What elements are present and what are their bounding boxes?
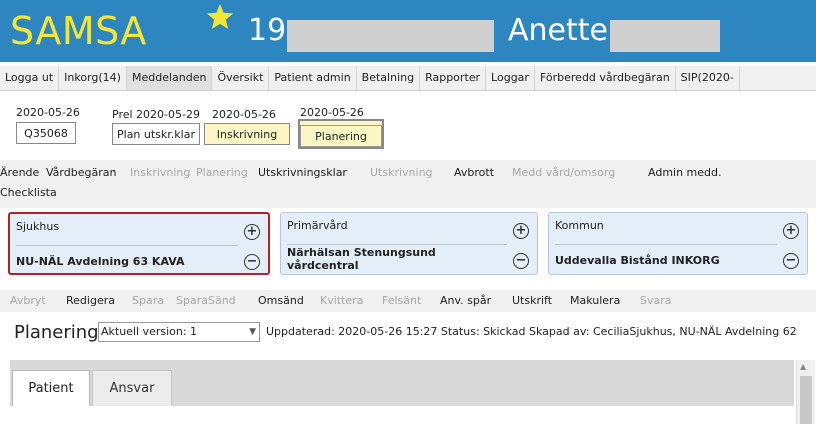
plus-circle-icon[interactable]: + <box>513 223 529 239</box>
case-menu-checklista[interactable]: Checklista <box>0 182 57 204</box>
inskrivning-box[interactable]: Inskrivning <box>204 123 290 145</box>
plus-circle-icon[interactable]: + <box>783 223 799 239</box>
menu-logga-ut[interactable]: Logga ut <box>0 66 60 90</box>
card-unit-name: NU-NÄL Avdelning 63 KAVA <box>16 255 185 268</box>
anv-spar-button[interactable]: Anv. spår <box>440 290 491 312</box>
card-title: Sjukhus <box>16 220 60 233</box>
case-menu-utskrivningsklar[interactable]: Utskrivningsklar <box>258 162 347 184</box>
card-primarvard: Primärvård + Närhälsan Stenungsund vårdc… <box>280 212 538 275</box>
case-menu-inskrivning[interactable]: Inskrivning <box>130 162 190 184</box>
case-menu: Ärende Vårdbegäran Inskrivning Planering… <box>0 160 816 208</box>
card-divider <box>287 244 507 245</box>
planering-box-selected[interactable]: Planering <box>298 119 384 149</box>
menu-inkorg[interactable]: Inkorg(14) <box>59 66 127 90</box>
minus-circle-icon[interactable]: − <box>513 253 529 269</box>
tab-ansvar[interactable]: Ansvar <box>92 370 172 406</box>
form-title: Planering <box>14 322 99 343</box>
tab-content <box>10 406 794 424</box>
menu-meddelanden[interactable]: Meddelanden <box>126 66 213 90</box>
chevron-down-icon[interactable]: ▼ <box>249 323 256 341</box>
version-select-value: Aktuell version: 1 <box>101 325 198 338</box>
utskrift-button[interactable]: Utskrift <box>512 290 552 312</box>
case-menu-utskrivning[interactable]: Utskrivning <box>370 162 433 184</box>
svara-button[interactable]: Svara <box>640 290 672 312</box>
vertical-scrollbar[interactable]: ▲ <box>796 360 815 424</box>
planering-box[interactable]: Planering <box>300 125 382 147</box>
case-menu-medd-vard-omsorg[interactable]: Medd vård/omsorg <box>512 162 615 184</box>
case-menu-vardbegaran[interactable]: Vårdbegäran <box>46 162 116 184</box>
minus-circle-icon[interactable]: − <box>244 254 260 270</box>
spara-button[interactable]: Spara <box>132 290 164 312</box>
case-id-box[interactable]: Q35068 <box>16 122 76 144</box>
patient-name: Anette <box>508 13 608 48</box>
case-menu-arende[interactable]: Ärende <box>0 162 39 184</box>
case-date: 2020-05-26 <box>16 106 80 119</box>
plus-circle-icon[interactable]: + <box>244 224 260 240</box>
menu-forberedd-vardbegaran[interactable]: Förberedd vårdbegäran <box>535 66 676 90</box>
patient-number: 19 <box>248 13 287 48</box>
update-info: Uppdaterad: 2020-05-26 15:27 Status: Ski… <box>266 325 797 338</box>
card-title: Primärvård <box>287 219 348 232</box>
case-menu-planering[interactable]: Planering <box>196 162 248 184</box>
card-kommun: Kommun + Uddevalla Bistånd INKORG − <box>548 212 808 275</box>
menu-rapporter[interactable]: Rapporter <box>420 66 487 90</box>
card-sjukhus: Sjukhus + NU-NÄL Avdelning 63 KAVA − <box>8 212 270 275</box>
version-select[interactable]: Aktuell version: 1 ▼ <box>98 322 260 342</box>
app-title: SAMSA <box>10 9 147 53</box>
card-unit-name: Uddevalla Bistånd INKORG <box>555 254 720 267</box>
makulera-button[interactable]: Makulera <box>570 290 620 312</box>
minus-circle-icon[interactable]: − <box>783 253 799 269</box>
case-menu-avbrott[interactable]: Avbrott <box>454 162 494 184</box>
plan-utskr-klar-box[interactable]: Plan utskr.klar <box>112 123 200 145</box>
inskrivning-date: 2020-05-26 <box>212 108 276 121</box>
felsant-button[interactable]: Felsänt <box>382 290 421 312</box>
menu-oversikt[interactable]: Översikt <box>212 66 270 90</box>
planering-date: 2020-05-26 <box>300 106 364 119</box>
scrollbar-thumb[interactable] <box>800 376 812 424</box>
avbryt-button[interactable]: Avbryt <box>10 290 46 312</box>
menu-betalning[interactable]: Betalning <box>357 66 421 90</box>
message-toolbar: Avbryt Redigera Spara SparaSänd Omsänd K… <box>0 290 816 312</box>
tab-patient[interactable]: Patient <box>12 370 90 406</box>
redacted-field <box>287 20 494 52</box>
main-menu: Logga ut Inkorg(14) Meddelanden Översikt Pat… <box>0 66 816 91</box>
card-title: Kommun <box>555 219 604 232</box>
card-unit-name-line1: Närhälsan Stenungsund <box>287 246 436 259</box>
menu-patient-admin[interactable]: Patient admin <box>269 66 357 90</box>
card-unit-name-line2: vårdcentral <box>287 259 359 272</box>
kvittera-button[interactable]: Kvittera <box>320 290 363 312</box>
case-menu-admin-medd[interactable]: Admin medd. <box>648 162 722 184</box>
scroll-up-icon[interactable]: ▲ <box>800 362 806 371</box>
redacted-field <box>610 20 720 52</box>
menu-loggar[interactable]: Loggar <box>486 66 535 90</box>
card-divider <box>555 244 777 245</box>
omsand-button[interactable]: Omsänd <box>258 290 304 312</box>
card-divider <box>16 245 238 246</box>
prel-date: Prel 2020-05-29 <box>112 108 200 121</box>
menu-sip[interactable]: SIP(2020- <box>676 66 740 90</box>
star-icon[interactable] <box>205 2 235 32</box>
sparasand-button[interactable]: SparaSänd <box>176 290 236 312</box>
redigera-button[interactable]: Redigera <box>66 290 115 312</box>
